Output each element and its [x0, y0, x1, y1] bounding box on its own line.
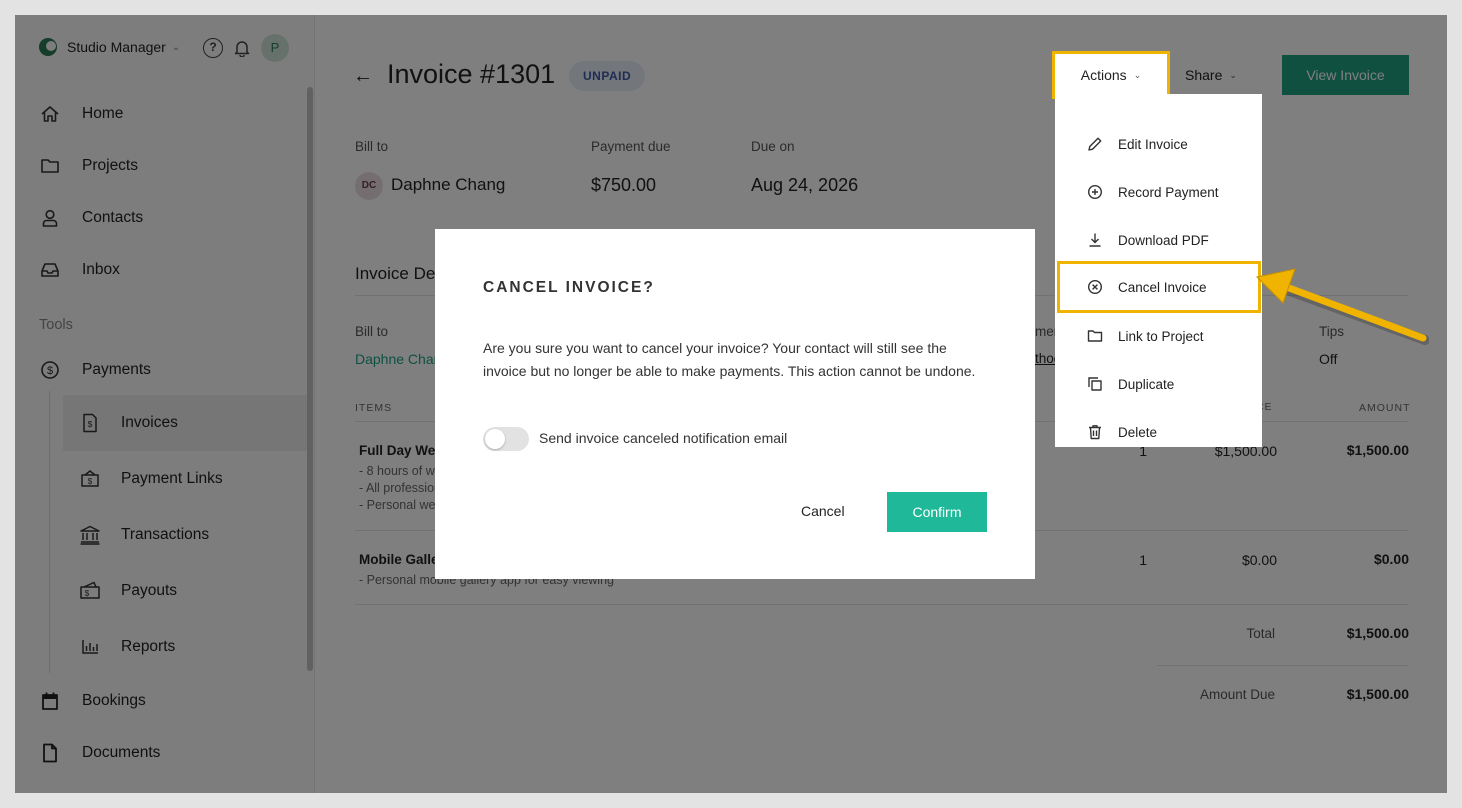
- cancel-invoice-dialog: CANCEL INVOICE? Are you sure you want to…: [435, 229, 1035, 579]
- confirm-button[interactable]: Confirm: [887, 492, 987, 532]
- dialog-message: Are you sure you want to cancel your inv…: [483, 340, 976, 379]
- plus-circle-icon: [1087, 184, 1103, 200]
- menu-item-label: Edit Invoice: [1118, 136, 1188, 152]
- actions-button[interactable]: Actions ⌄: [1052, 51, 1170, 99]
- menu-item-delete[interactable]: Delete: [1055, 408, 1262, 456]
- app-window: Studio Manager ⌄ ? P Home Projects Conta…: [15, 15, 1447, 793]
- pencil-icon: [1087, 136, 1103, 152]
- menu-item-record-payment[interactable]: Record Payment: [1055, 168, 1262, 216]
- duplicate-icon: [1087, 376, 1103, 392]
- menu-item-label: Download PDF: [1118, 232, 1209, 248]
- toggle-knob: [485, 429, 505, 449]
- menu-item-label: Delete: [1118, 424, 1158, 440]
- menu-item-duplicate[interactable]: Duplicate: [1055, 360, 1262, 408]
- notification-email-toggle[interactable]: [483, 427, 529, 451]
- menu-item-link-to-project[interactable]: Link to Project: [1055, 312, 1262, 360]
- x-circle-icon: [1087, 279, 1103, 295]
- menu-item-cancel-invoice[interactable]: Cancel Invoice: [1057, 261, 1261, 313]
- trash-icon: [1087, 424, 1103, 440]
- pointer-arrow-icon: [1255, 268, 1429, 345]
- actions-label: Actions: [1080, 67, 1127, 83]
- menu-item-edit-invoice[interactable]: Edit Invoice: [1055, 120, 1262, 168]
- folder-icon: [1087, 328, 1103, 344]
- download-icon: [1087, 232, 1103, 248]
- actions-menu: Edit Invoice Record Payment Download PDF…: [1055, 94, 1262, 447]
- dialog-title: CANCEL INVOICE?: [483, 279, 655, 296]
- menu-item-label: Duplicate: [1118, 376, 1175, 392]
- menu-item-label: Cancel Invoice: [1118, 279, 1207, 295]
- toggle-label: Send invoice canceled notification email: [539, 430, 788, 446]
- menu-item-label: Record Payment: [1118, 184, 1219, 200]
- menu-item-label: Link to Project: [1118, 328, 1204, 344]
- chevron-down-icon: ⌄: [1133, 69, 1142, 80]
- menu-item-download-pdf[interactable]: Download PDF: [1055, 216, 1262, 264]
- cancel-button[interactable]: Cancel: [801, 503, 845, 519]
